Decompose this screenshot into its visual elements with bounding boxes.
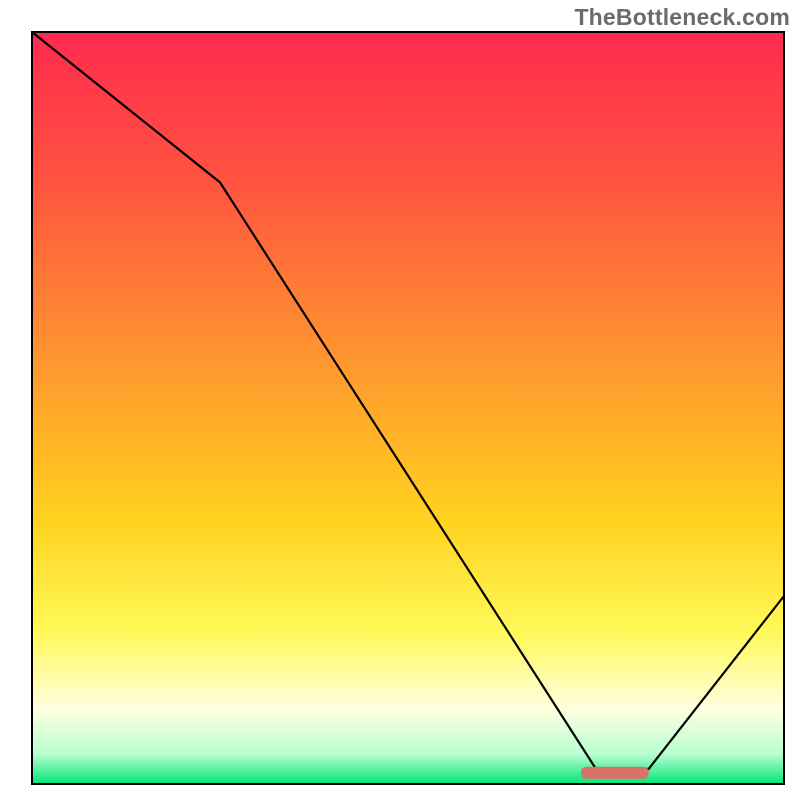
bottleneck-chart (0, 0, 800, 800)
plot-background (32, 32, 784, 784)
watermark-text: TheBottleneck.com (574, 4, 790, 31)
optimal-marker (581, 767, 649, 779)
chart-container: TheBottleneck.com (0, 0, 800, 800)
